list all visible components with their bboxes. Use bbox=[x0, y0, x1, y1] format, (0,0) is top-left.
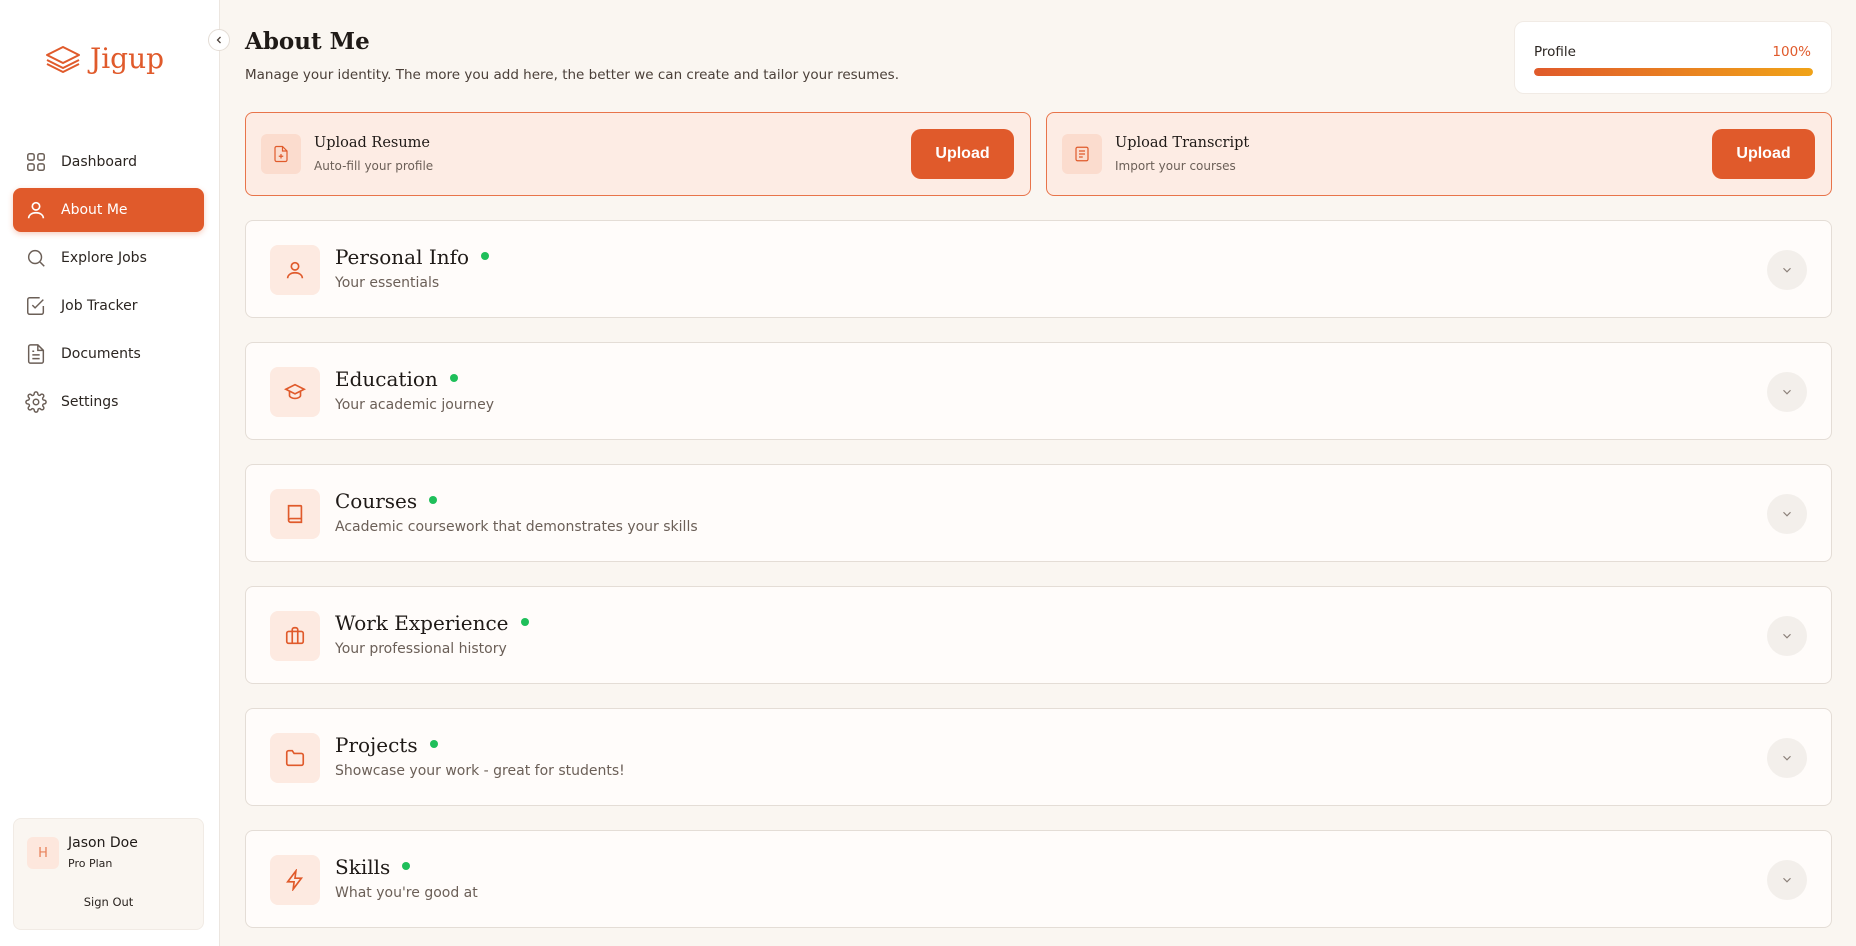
section-skills[interactable]: Skills What you're good at bbox=[245, 830, 1832, 928]
sidebar-item-explore-jobs[interactable]: Explore Jobs bbox=[13, 236, 204, 280]
upload-transcript-subtitle: Import your courses bbox=[1115, 159, 1236, 173]
section-title: Projects bbox=[335, 733, 438, 757]
lightning-icon bbox=[270, 855, 320, 905]
section-subtitle: What you're good at bbox=[335, 885, 478, 901]
section-subtitle: Your essentials bbox=[335, 275, 440, 291]
collapse-sidebar-button[interactable] bbox=[208, 29, 230, 51]
briefcase-icon bbox=[270, 611, 320, 661]
section-education[interactable]: Education Your academic journey bbox=[245, 342, 1832, 440]
sidebar: Jigup Dashboard About Me Explore Jobs Jo… bbox=[0, 0, 220, 946]
upload-transcript-button[interactable]: Upload bbox=[1712, 129, 1815, 179]
sidebar-item-label: Dashboard bbox=[61, 154, 137, 170]
profile-percent: 100% bbox=[1772, 44, 1811, 60]
transcript-icon bbox=[1062, 134, 1102, 174]
sidebar-item-label: Documents bbox=[61, 346, 141, 362]
section-projects[interactable]: Projects Showcase your work - great for … bbox=[245, 708, 1832, 806]
grid-icon bbox=[27, 153, 45, 171]
profile-completion-card: Profile 100% bbox=[1514, 21, 1832, 94]
chevron-down-icon[interactable] bbox=[1767, 494, 1807, 534]
upload-transcript-card: Upload Transcript Import your courses Up… bbox=[1046, 112, 1832, 196]
section-title: Work Experience bbox=[335, 611, 529, 635]
gear-icon bbox=[25, 391, 47, 413]
sidebar-item-dashboard[interactable]: Dashboard bbox=[13, 140, 204, 184]
book-icon bbox=[270, 489, 320, 539]
complete-dot bbox=[429, 739, 438, 748]
sidebar-item-documents[interactable]: Documents bbox=[13, 332, 204, 376]
chevron-down-icon[interactable] bbox=[1767, 860, 1807, 900]
chevron-down-icon[interactable] bbox=[1767, 372, 1807, 412]
section-title: Courses bbox=[335, 489, 438, 513]
file-plus-icon bbox=[261, 134, 301, 174]
profile-progress-fill bbox=[1534, 68, 1813, 76]
graduation-cap-icon bbox=[270, 367, 320, 417]
sidebar-item-job-tracker[interactable]: Job Tracker bbox=[13, 284, 204, 328]
complete-dot bbox=[520, 617, 529, 626]
complete-dot bbox=[449, 373, 458, 382]
section-subtitle: Your academic journey bbox=[335, 397, 494, 413]
section-subtitle: Your professional history bbox=[335, 641, 507, 657]
logo-text: Jigup bbox=[90, 42, 165, 75]
folder-icon bbox=[270, 733, 320, 783]
chevron-down-icon[interactable] bbox=[1767, 738, 1807, 778]
avatar: H bbox=[27, 837, 59, 869]
user-name: Jason Doe bbox=[68, 835, 138, 851]
section-courses[interactable]: Courses Academic coursework that demonst… bbox=[245, 464, 1832, 562]
section-title: Education bbox=[335, 367, 458, 391]
sidebar-item-label: Job Tracker bbox=[61, 298, 138, 314]
section-title: Personal Info bbox=[335, 245, 490, 269]
section-title: Skills bbox=[335, 855, 411, 879]
page-title: About Me bbox=[245, 28, 370, 55]
user-card: H Jason Doe Pro Plan Sign Out bbox=[13, 818, 204, 930]
chevron-down-icon[interactable] bbox=[1767, 616, 1807, 656]
upload-resume-card: Upload Resume Auto-fill your profile Upl… bbox=[245, 112, 1031, 196]
logo[interactable]: Jigup bbox=[44, 42, 164, 75]
upload-resume-subtitle: Auto-fill your profile bbox=[314, 159, 434, 173]
document-icon bbox=[27, 344, 45, 364]
section-subtitle: Academic coursework that demonstrates yo… bbox=[335, 519, 698, 535]
page-subtitle: Manage your identity. The more you add h… bbox=[245, 67, 900, 83]
complete-dot bbox=[481, 251, 490, 260]
sidebar-nav: Dashboard About Me Explore Jobs Job Trac… bbox=[13, 140, 204, 428]
complete-dot bbox=[402, 861, 411, 870]
complete-dot bbox=[429, 495, 438, 504]
logo-icon bbox=[46, 45, 80, 73]
section-work-experience[interactable]: Work Experience Your professional histor… bbox=[245, 586, 1832, 684]
sidebar-item-label: Settings bbox=[61, 394, 119, 410]
profile-label: Profile bbox=[1534, 44, 1576, 60]
section-subtitle: Showcase your work - great for students! bbox=[335, 763, 625, 779]
section-personal-info[interactable]: Personal Info Your essentials bbox=[245, 220, 1832, 318]
sidebar-item-settings[interactable]: Settings bbox=[13, 380, 204, 424]
chevron-left-icon bbox=[216, 36, 221, 44]
user-plan: Pro Plan bbox=[68, 857, 113, 870]
checkbox-icon bbox=[27, 297, 45, 315]
sidebar-item-label: About Me bbox=[61, 202, 128, 218]
user-icon bbox=[270, 245, 320, 295]
sign-out-button[interactable]: Sign Out bbox=[14, 895, 203, 909]
search-icon bbox=[27, 249, 45, 267]
sidebar-item-about-me[interactable]: About Me bbox=[13, 188, 204, 232]
chevron-down-icon[interactable] bbox=[1767, 250, 1807, 290]
upload-resume-button[interactable]: Upload bbox=[911, 129, 1014, 179]
user-icon bbox=[27, 201, 45, 219]
sidebar-item-label: Explore Jobs bbox=[61, 250, 147, 266]
upload-resume-title: Upload Resume bbox=[314, 135, 431, 151]
profile-progress-bar bbox=[1534, 68, 1813, 76]
upload-transcript-title: Upload Transcript bbox=[1115, 135, 1250, 151]
